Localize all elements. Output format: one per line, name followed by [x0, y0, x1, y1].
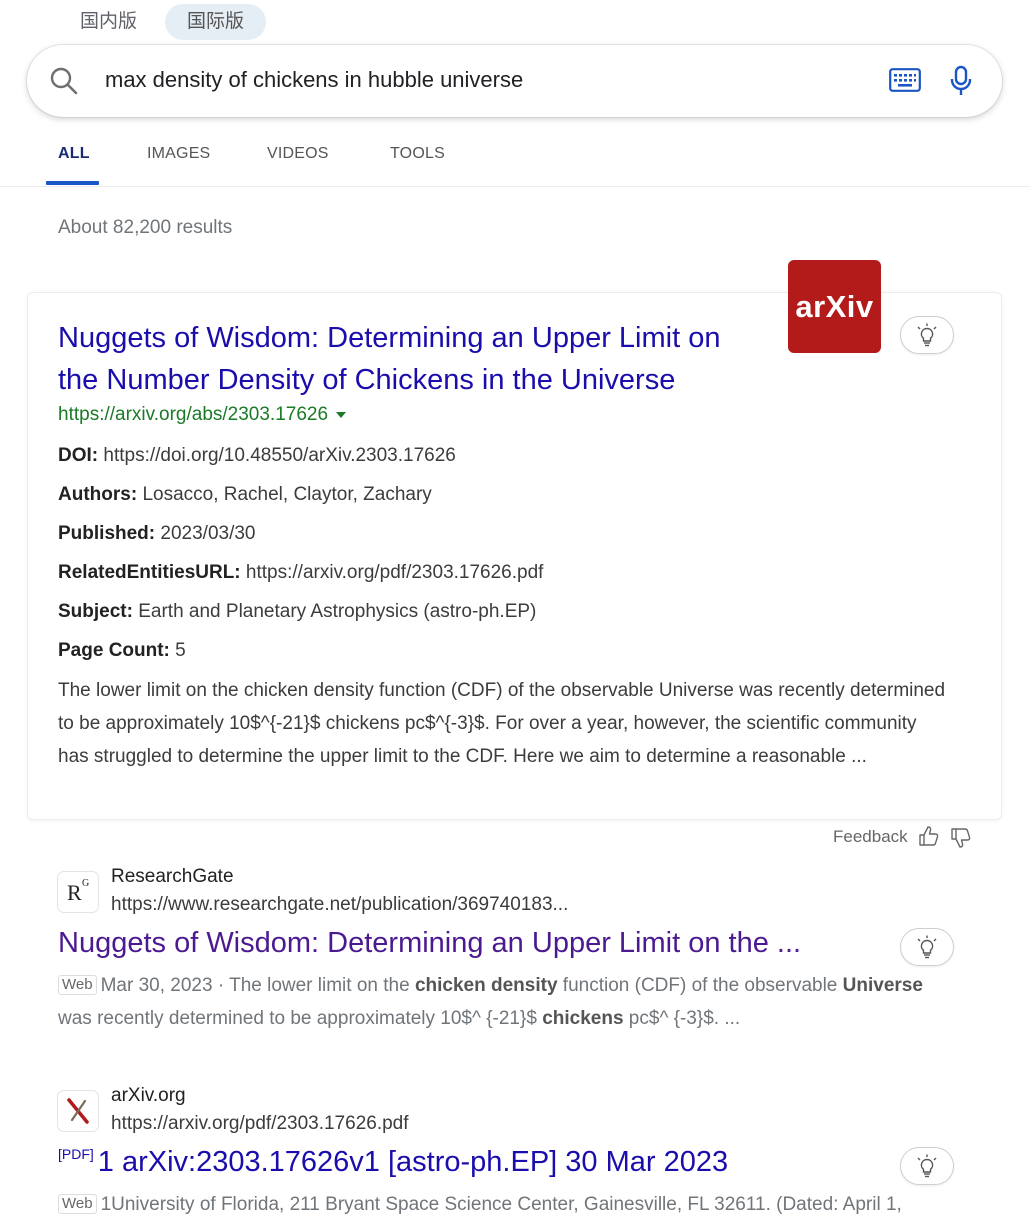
result-title-link[interactable]: [PDF] 1 arXiv:2303.17626v1 [astro-ph.EP] …	[58, 1146, 728, 1179]
tab-videos[interactable]: VIDEOS	[267, 145, 329, 163]
insights-button[interactable]	[900, 316, 954, 354]
web-badge: Web	[58, 1194, 97, 1214]
active-tab-indicator	[46, 181, 99, 185]
card-snippet: The lower limit on the chicken density f…	[58, 680, 946, 767]
pdf-tag: [PDF]	[58, 1146, 94, 1162]
field-doi: DOI: https://doi.org/10.48550/arXiv.2303…	[58, 445, 456, 466]
card-url-link[interactable]: https://arxiv.org/abs/2303.17626	[58, 404, 347, 426]
search-icon[interactable]	[49, 66, 79, 101]
search-box[interactable]: max density of chickens in hubble univer…	[27, 45, 1002, 117]
field-authors: Authors: Losacco, Rachel, Claytor, Zacha…	[58, 484, 432, 505]
result-site-name: arXiv.org	[111, 1085, 186, 1106]
keyboard-icon[interactable]	[889, 68, 921, 97]
result-site-name: ResearchGate	[111, 866, 234, 887]
arxiv-logo[interactable]: arXiv	[788, 260, 881, 353]
tab-images[interactable]: IMAGES	[147, 145, 210, 163]
insights-button[interactable]	[900, 928, 954, 966]
field-related-url: RelatedEntitiesURL: https://arxiv.org/pd…	[58, 562, 544, 583]
tab-tools[interactable]: TOOLS	[390, 145, 445, 163]
result-url[interactable]: https://www.researchgate.net/publication…	[111, 894, 568, 916]
lightbulb-icon	[917, 323, 937, 347]
result-count: About 82,200 results	[58, 217, 233, 238]
field-page-count: Page Count: 5	[58, 640, 186, 661]
lightbulb-icon	[917, 1154, 937, 1178]
arxiv-favicon	[58, 1091, 98, 1131]
search-input[interactable]: max density of chickens in hubble univer…	[105, 67, 523, 93]
tab-all[interactable]: ALL	[58, 145, 90, 163]
feedback-link[interactable]: Feedback	[833, 827, 908, 847]
field-subject: Subject: Earth and Planetary Astrophysic…	[58, 601, 537, 622]
researchgate-favicon: R G	[58, 872, 98, 912]
chevron-down-icon[interactable]	[336, 411, 347, 418]
lightbulb-icon	[917, 935, 937, 959]
result-title-link[interactable]: Nuggets of Wisdom: Determining an Upper …	[58, 927, 801, 960]
thumbs-down-icon[interactable]	[950, 827, 972, 854]
tab-domestic-version[interactable]: 国内版	[58, 4, 159, 40]
thumbs-up-icon[interactable]	[918, 825, 940, 852]
card-title-link[interactable]: Nuggets of Wisdom: Determining an Upper …	[58, 317, 778, 401]
web-badge: Web	[58, 975, 97, 995]
nav-divider	[0, 186, 1030, 187]
result-snippet: Web Mar 30, 2023 · The lower limit on the…	[58, 975, 923, 1029]
result-snippet: Web 1University of Florida, 211 Bryant Sp…	[58, 1188, 958, 1221]
insights-button[interactable]	[900, 1147, 954, 1185]
field-published: Published: 2023/03/30	[58, 523, 256, 544]
microphone-icon[interactable]	[949, 65, 973, 102]
tab-international-version[interactable]: 国际版	[165, 4, 267, 40]
result-url[interactable]: https://arxiv.org/pdf/2303.17626.pdf	[111, 1113, 409, 1135]
